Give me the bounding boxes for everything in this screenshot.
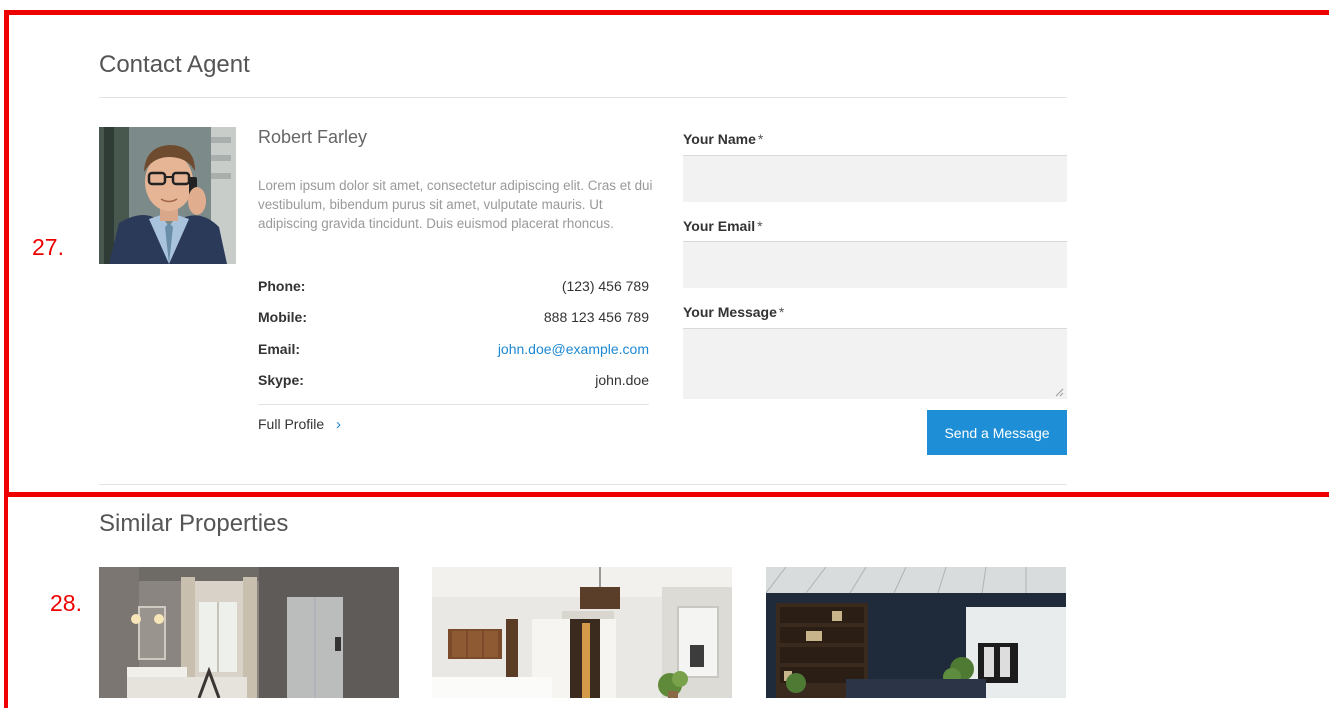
required-mark: * — [778, 304, 785, 320]
name-input[interactable] — [683, 155, 1067, 202]
mobile-value: 888 123 456 789 — [543, 309, 649, 325]
required-mark: * — [757, 131, 764, 147]
agent-phone-row: Phone: (123) 456 789 — [258, 278, 649, 298]
email-field-label: Your Email * — [683, 218, 763, 234]
divider — [99, 484, 1067, 485]
agent-mobile-row: Mobile: 888 123 456 789 — [258, 309, 649, 329]
bedroom-photo — [432, 567, 732, 698]
similar-property-card[interactable] — [766, 567, 1066, 698]
email-input[interactable] — [683, 241, 1067, 288]
bathroom-photo — [99, 567, 399, 698]
mobile-label: Mobile: — [258, 309, 307, 325]
agent-avatar — [99, 127, 236, 264]
similar-properties-title: Similar Properties — [99, 510, 289, 537]
message-label: Your Message * — [683, 304, 785, 320]
chevron-right-icon: › — [336, 416, 342, 433]
send-message-button[interactable]: Send a Message — [927, 410, 1067, 455]
required-mark: * — [757, 218, 763, 234]
full-profile-link[interactable]: Full Profile › — [258, 416, 341, 433]
skype-value: john.doe — [595, 372, 649, 388]
message-textarea[interactable] — [683, 328, 1067, 399]
similar-property-card[interactable] — [99, 567, 399, 698]
agent-email-row: Email: john.doe@example.com — [258, 341, 649, 361]
contact-agent-title: Contact Agent — [99, 51, 250, 78]
name-label: Your Name * — [683, 131, 764, 147]
phone-value: (123) 456 789 — [561, 278, 649, 294]
divider — [99, 97, 1067, 98]
agent-name: Robert Farley — [258, 127, 368, 147]
annotation-label-27: 27. — [32, 234, 64, 260]
full-profile-label: Full Profile — [258, 416, 325, 432]
resize-grip-icon[interactable] — [1055, 388, 1064, 397]
agent-bio: Lorem ipsum dolor sit amet, consectetur … — [258, 178, 653, 231]
living-room-photo — [766, 567, 1066, 698]
similar-property-card[interactable] — [432, 567, 732, 698]
agent-skype-row: Skype: john.doe — [258, 372, 649, 392]
agent-divider — [258, 404, 649, 405]
phone-label: Phone: — [258, 278, 306, 294]
email-link[interactable]: john.doe@example.com — [498, 341, 649, 357]
annotation-label-28: 28. — [50, 590, 82, 616]
email-label: Email: — [258, 341, 301, 357]
skype-label: Skype: — [258, 372, 304, 388]
annotation-box-28 — [4, 497, 8, 708]
